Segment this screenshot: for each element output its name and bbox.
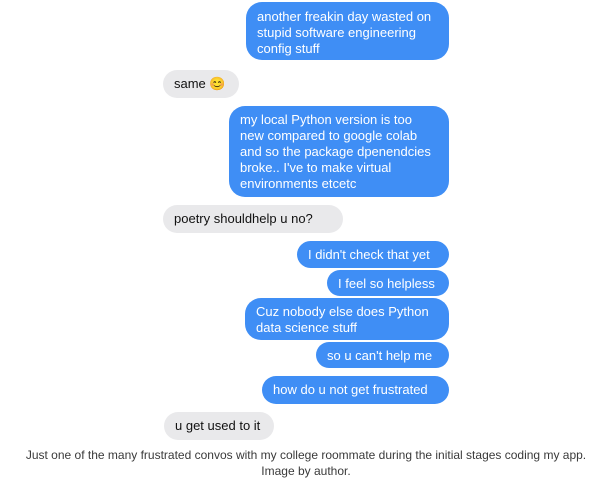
message-sent: I didn't check that yet xyxy=(297,241,449,268)
message-sent: I feel so helpless xyxy=(327,270,449,296)
caption-credit: Image by author. xyxy=(261,464,351,478)
message-sent: my local Python version is too new compa… xyxy=(229,106,449,197)
message-sent: how do u not get frustrated xyxy=(262,376,449,404)
message-received: u get used to it xyxy=(164,412,274,440)
image-caption: Just one of the many frustrated convos w… xyxy=(0,447,612,479)
message-received: poetry shouldhelp u no? xyxy=(163,205,343,233)
message-received: same 😊 xyxy=(163,70,239,98)
message-sent: so u can't help me xyxy=(316,342,449,368)
message-thread: another freakin day wasted on stupid sof… xyxy=(0,0,612,440)
message-sent: Cuz nobody else does Python data science… xyxy=(245,298,449,340)
caption-line: Just one of the many frustrated convos w… xyxy=(25,448,587,462)
message-sent: another freakin day wasted on stupid sof… xyxy=(246,2,449,60)
